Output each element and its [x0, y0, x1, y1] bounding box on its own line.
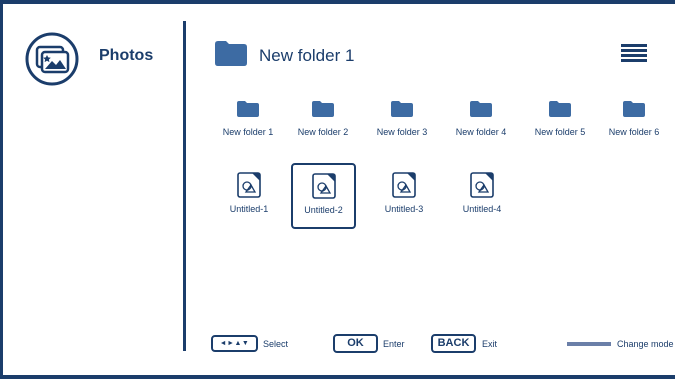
app-title: Photos [99, 47, 154, 64]
folder-item[interactable]: New folder 2 [283, 101, 363, 137]
folder-icon [623, 101, 645, 117]
folder-item[interactable]: New folder 4 [441, 101, 521, 137]
folder-icon [215, 40, 247, 66]
image-file-icon [392, 172, 416, 198]
folder-icon [470, 101, 492, 117]
nav-hint-label: Select [263, 339, 289, 349]
file-label: Untitled-1 [229, 204, 269, 214]
file-label: Untitled-4 [462, 204, 502, 214]
folder-item[interactable]: New folder 6 [594, 101, 674, 137]
file-label: Untitled-3 [384, 204, 424, 214]
file-item[interactable]: Untitled-1 [209, 172, 289, 214]
back-key: BACK [431, 334, 476, 353]
file-item-selected[interactable]: Untitled-2 [291, 163, 356, 229]
photos-icon [24, 31, 80, 87]
folder-label: New folder 6 [608, 127, 660, 137]
folder-icon [391, 101, 413, 117]
back-hint-label: Exit [482, 339, 498, 349]
file-label: Untitled-2 [304, 205, 343, 215]
folder-label: New folder 1 [222, 127, 274, 137]
folder-label: New folder 5 [534, 127, 586, 137]
folder-icon [237, 101, 259, 117]
menu-icon[interactable] [621, 44, 647, 64]
file-item[interactable]: Untitled-3 [364, 172, 444, 214]
folder-label: New folder 4 [455, 127, 507, 137]
frame-top-border [0, 0, 675, 4]
image-file-icon [470, 172, 494, 198]
ok-hint-label: Enter [383, 339, 405, 349]
change-mode-label: Change mode [617, 339, 674, 349]
folder-icon [549, 101, 571, 117]
folder-item[interactable]: New folder 1 [208, 101, 288, 137]
ok-key: OK [333, 334, 378, 353]
folder-icon [312, 101, 334, 117]
image-file-icon [311, 173, 336, 199]
frame-bottom-border [0, 375, 675, 379]
folder-item[interactable]: New folder 3 [362, 101, 442, 137]
folder-label: New folder 3 [376, 127, 428, 137]
change-mode-indicator [567, 342, 611, 346]
nav-arrows-key: ◄►▲▼ [211, 335, 258, 352]
file-item[interactable]: Untitled-4 [442, 172, 522, 214]
current-folder-title: New folder 1 [259, 46, 355, 65]
image-file-icon [237, 172, 261, 198]
folder-label: New folder 2 [297, 127, 349, 137]
sidebar-divider [183, 21, 186, 351]
frame-left-border [0, 0, 3, 379]
folder-item[interactable]: New folder 5 [520, 101, 600, 137]
